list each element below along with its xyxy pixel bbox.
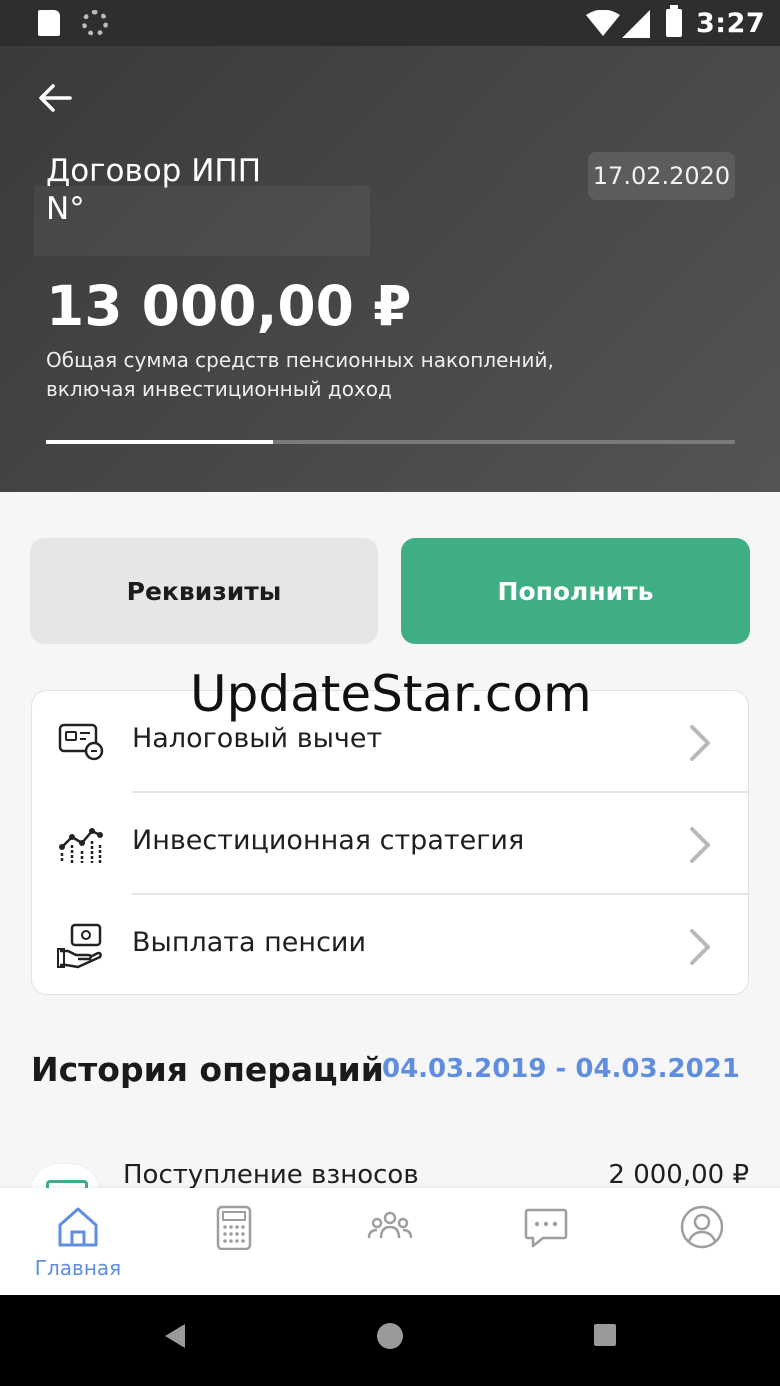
system-recents-icon[interactable]	[594, 1324, 616, 1346]
bottom-navigation: Главная	[0, 1188, 780, 1295]
chevron-right-icon	[690, 827, 710, 863]
system-home-icon[interactable]	[377, 1323, 403, 1349]
top-up-button[interactable]: Пополнить	[401, 538, 750, 644]
chat-icon	[524, 1208, 568, 1248]
menu-item-investment-strategy[interactable]: Инвестиционная стратегия	[32, 793, 748, 895]
contract-header: Договор ИПП N° 17.02.2020 13 000,00 ₽ Об…	[0, 46, 780, 492]
contract-number-masked	[34, 186, 370, 256]
tax-deduction-icon	[58, 723, 104, 761]
clock: 3:27	[696, 8, 766, 39]
options-card: Налоговый вычет Инвестиционная стратегия…	[31, 690, 749, 995]
menu-item-pension-payment[interactable]: Выплата пенсии	[32, 895, 748, 997]
back-arrow-icon[interactable]	[34, 78, 74, 118]
people-icon	[367, 1211, 413, 1239]
menu-item-label: Налоговый вычет	[132, 723, 383, 754]
nav-home-label: Главная	[34, 1256, 122, 1280]
system-navigation-bar	[0, 1295, 780, 1386]
chevron-right-icon	[690, 725, 710, 761]
nav-community[interactable]	[312, 1188, 468, 1295]
nav-calculator[interactable]	[156, 1188, 312, 1295]
contract-date-badge: 17.02.2020	[588, 152, 735, 200]
signal-icon	[622, 10, 650, 38]
total-amount: 13 000,00 ₽	[46, 274, 412, 338]
menu-item-label: Инвестиционная стратегия	[132, 825, 525, 856]
investment-strategy-icon	[59, 828, 103, 863]
sync-icon	[82, 10, 108, 36]
nav-chat[interactable]	[468, 1188, 624, 1295]
contract-name: Договор ИПП	[46, 153, 262, 189]
battery-icon	[666, 5, 682, 37]
chevron-right-icon	[690, 929, 710, 965]
sd-card-icon	[38, 10, 60, 36]
home-icon	[58, 1207, 98, 1247]
wifi-icon	[586, 10, 620, 36]
nav-profile[interactable]	[624, 1188, 780, 1295]
profile-icon	[680, 1205, 724, 1249]
status-bar: 3:27	[0, 0, 780, 46]
page-indicator-fill	[46, 440, 274, 444]
pension-payment-icon	[57, 923, 102, 969]
menu-item-label: Выплата пенсии	[132, 927, 367, 958]
page-indicator	[46, 440, 735, 444]
history-row-label: Поступление взносов	[123, 1160, 419, 1190]
history-row-amount: 2 000,00 ₽	[608, 1160, 749, 1190]
history-period-filter[interactable]: 04.03.2019 - 04.03.2021	[382, 1054, 740, 1084]
calculator-icon	[216, 1205, 252, 1250]
nav-home[interactable]: Главная	[0, 1188, 156, 1295]
watermark: UpdateStar.com	[190, 665, 592, 723]
details-button[interactable]: Реквизиты	[30, 538, 378, 644]
system-back-icon[interactable]	[163, 1323, 187, 1349]
amount-description: Общая сумма средств пенсионных накоплени…	[46, 348, 554, 401]
history-title: История операций	[31, 1050, 384, 1089]
